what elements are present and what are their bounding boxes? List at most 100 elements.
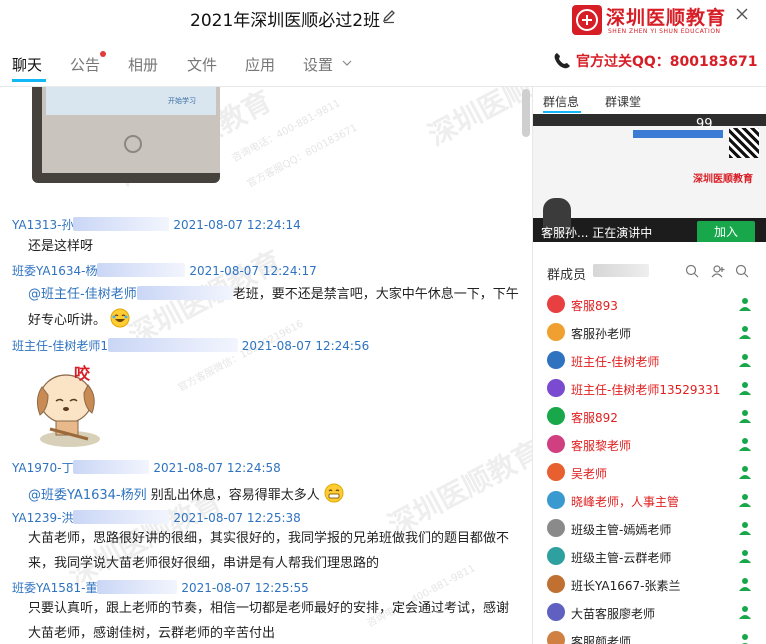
mention[interactable]: @班委YA1634-杨列: [28, 488, 147, 503]
watermark: 深圳医顺教育: [382, 434, 532, 543]
blurred-name: [73, 510, 170, 524]
tab-settings[interactable]: 设置: [303, 54, 333, 75]
search-icon[interactable]: [735, 264, 749, 278]
member-row[interactable]: 客服颜老师: [533, 627, 766, 644]
member-name: 晓峰老师，人事主管: [571, 495, 680, 509]
tab-chat[interactable]: 聊天: [12, 54, 42, 75]
member-name: 吴老师: [571, 467, 608, 481]
mention[interactable]: @班主任-佳树老师: [28, 287, 137, 302]
title-bar: 2021年深圳医顺必过2班 深圳医顺教育 SHEN ZHEN YI SHUN E…: [0, 0, 766, 42]
watermark-wechat: 官方客服微信：18510219616: [176, 318, 306, 394]
avatar[interactable]: [547, 519, 565, 537]
avatar[interactable]: [547, 407, 565, 425]
member-row[interactable]: 班长YA1667-张素兰: [533, 571, 766, 599]
live-class-preview[interactable]: 深圳医顺教育 99 客服孙... 正在演讲中 加入: [533, 114, 766, 242]
avatar[interactable]: [547, 379, 565, 397]
member-role-icon: [739, 522, 751, 535]
blurred-name: [97, 263, 186, 277]
message-sender[interactable]: YA1970-丁 2021-08-07 12:24:58: [12, 459, 281, 476]
message-sender[interactable]: YA1313-孙 2021-08-07 12:24:14: [12, 216, 301, 233]
member-role-icon: [739, 382, 751, 395]
dog-sticker-icon[interactable]: 咬: [30, 357, 110, 449]
avatar[interactable]: [547, 575, 565, 593]
member-row[interactable]: 班主任-佳树老师: [533, 347, 766, 375]
hotline-text: 官方过关QQ：800183671: [576, 54, 758, 70]
member-role-icon: [739, 606, 751, 619]
tab-announcement[interactable]: 公告: [70, 54, 100, 75]
avatar[interactable]: [547, 491, 565, 509]
member-row[interactable]: 班级主管-云群老师: [533, 543, 766, 571]
filter-icon[interactable]: [685, 264, 699, 278]
member-row[interactable]: 大苗客服廖老师: [533, 599, 766, 627]
blurred-name: [107, 338, 238, 352]
blurred-name: [136, 286, 233, 300]
member-name: 客服893: [571, 299, 618, 313]
message-sender[interactable]: 班委YA1634-杨 2021-08-07 12:24:17: [12, 262, 317, 279]
avatar[interactable]: [547, 547, 565, 565]
shared-photo[interactable]: 开始学习: [32, 87, 220, 183]
avatar[interactable]: [547, 351, 565, 369]
member-row[interactable]: 晓峰老师，人事主管: [533, 487, 766, 515]
message-text: 好专心听讲。: [28, 308, 130, 332]
member-role-icon: [739, 438, 751, 451]
tab-album[interactable]: 相册: [128, 54, 158, 75]
tab-apps[interactable]: 应用: [245, 54, 275, 75]
unread-dot: [100, 51, 106, 57]
member-row[interactable]: 客服孙老师: [533, 319, 766, 347]
member-role-icon: [739, 354, 751, 367]
avatar[interactable]: [547, 603, 565, 621]
member-name: 班主任-佳树老师135293316: [571, 383, 721, 397]
member-name: 大苗客服廖老师: [571, 607, 656, 621]
avatar[interactable]: [547, 463, 565, 481]
laugh-emoji-icon: [110, 308, 130, 328]
avatar[interactable]: [547, 631, 565, 644]
message-sender[interactable]: YA1239-洪 2021-08-07 12:25:38: [12, 509, 301, 526]
avatar[interactable]: [547, 295, 565, 313]
viewer-count: 99: [696, 117, 713, 132]
close-icon[interactable]: [734, 6, 750, 22]
avatar[interactable]: [547, 435, 565, 453]
live-slide-header: [533, 114, 766, 126]
member-role-icon: [739, 410, 751, 423]
photo-caption: 开始学习: [168, 97, 196, 105]
member-role-icon: [739, 550, 751, 563]
member-row[interactable]: 客服893: [533, 291, 766, 319]
message-sender[interactable]: 班主任-佳树老师1 2021-08-07 12:24:56: [12, 337, 369, 354]
chat-area[interactable]: 深圳医顺教育 深圳医顺教育 深圳医顺教育 深圳医顺教育 深圳医顺教育 咨询电话：…: [0, 87, 532, 644]
blurred-name: [97, 580, 178, 594]
qr-code-icon: [729, 128, 759, 158]
avatar[interactable]: [547, 323, 565, 341]
watermark: 深圳医顺教育: [422, 87, 532, 153]
join-button[interactable]: 加入: [697, 221, 755, 242]
tab-group-info[interactable]: 群信息: [543, 93, 579, 110]
member-role-icon: [739, 298, 751, 311]
member-role-icon: [742, 634, 748, 644]
group-side-panel: 群信息 群课堂 深圳医顺教育 99 客服孙... 正在演讲中 加入 群成员 客服…: [532, 87, 766, 644]
add-member-icon[interactable]: [711, 264, 725, 278]
grin-emoji-icon: [324, 483, 344, 503]
brand-logo: 深圳医顺教育 SHEN ZHEN YI SHUN EDUCATION: [572, 4, 732, 40]
member-row[interactable]: 吴老师: [533, 459, 766, 487]
watermark-phone: 咨询电话：400-881-9811: [230, 98, 343, 165]
live-status: 客服孙... 正在演讲中: [541, 226, 653, 240]
member-name: 班级主管-嫣嫣老师: [571, 523, 672, 537]
tab-group-class[interactable]: 群课堂: [605, 93, 641, 110]
blurred-name: [73, 460, 150, 474]
message-sender[interactable]: 班委YA1581-董 2021-08-07 12:25:55: [12, 579, 309, 596]
message-time: 2021-08-07 12:24:17: [189, 264, 317, 278]
member-name: 班级主管-云群老师: [571, 551, 672, 565]
blurred-name: [73, 217, 170, 231]
message-text: 还是这样呀: [28, 239, 94, 254]
member-row[interactable]: 班级主管-嫣嫣老师: [533, 515, 766, 543]
member-row[interactable]: 客服黎老师: [533, 431, 766, 459]
member-row[interactable]: 客服892: [533, 403, 766, 431]
edit-icon[interactable]: [381, 8, 397, 24]
tab-files[interactable]: 文件: [187, 54, 217, 75]
chevron-down-icon[interactable]: [342, 58, 352, 68]
message-text: 大苗老师，感谢佳树，云群老师的辛苦付出: [28, 626, 276, 641]
chat-scrollbar[interactable]: [522, 89, 530, 137]
photo-home-button: [124, 135, 142, 153]
message-time: 2021-08-07 12:24:56: [241, 339, 370, 353]
message-text: 来，我同学说大苗老师很好很细，串讲是有人帮我们理思路的: [28, 556, 380, 571]
member-row[interactable]: 班主任-佳树老师135293316: [533, 375, 766, 403]
